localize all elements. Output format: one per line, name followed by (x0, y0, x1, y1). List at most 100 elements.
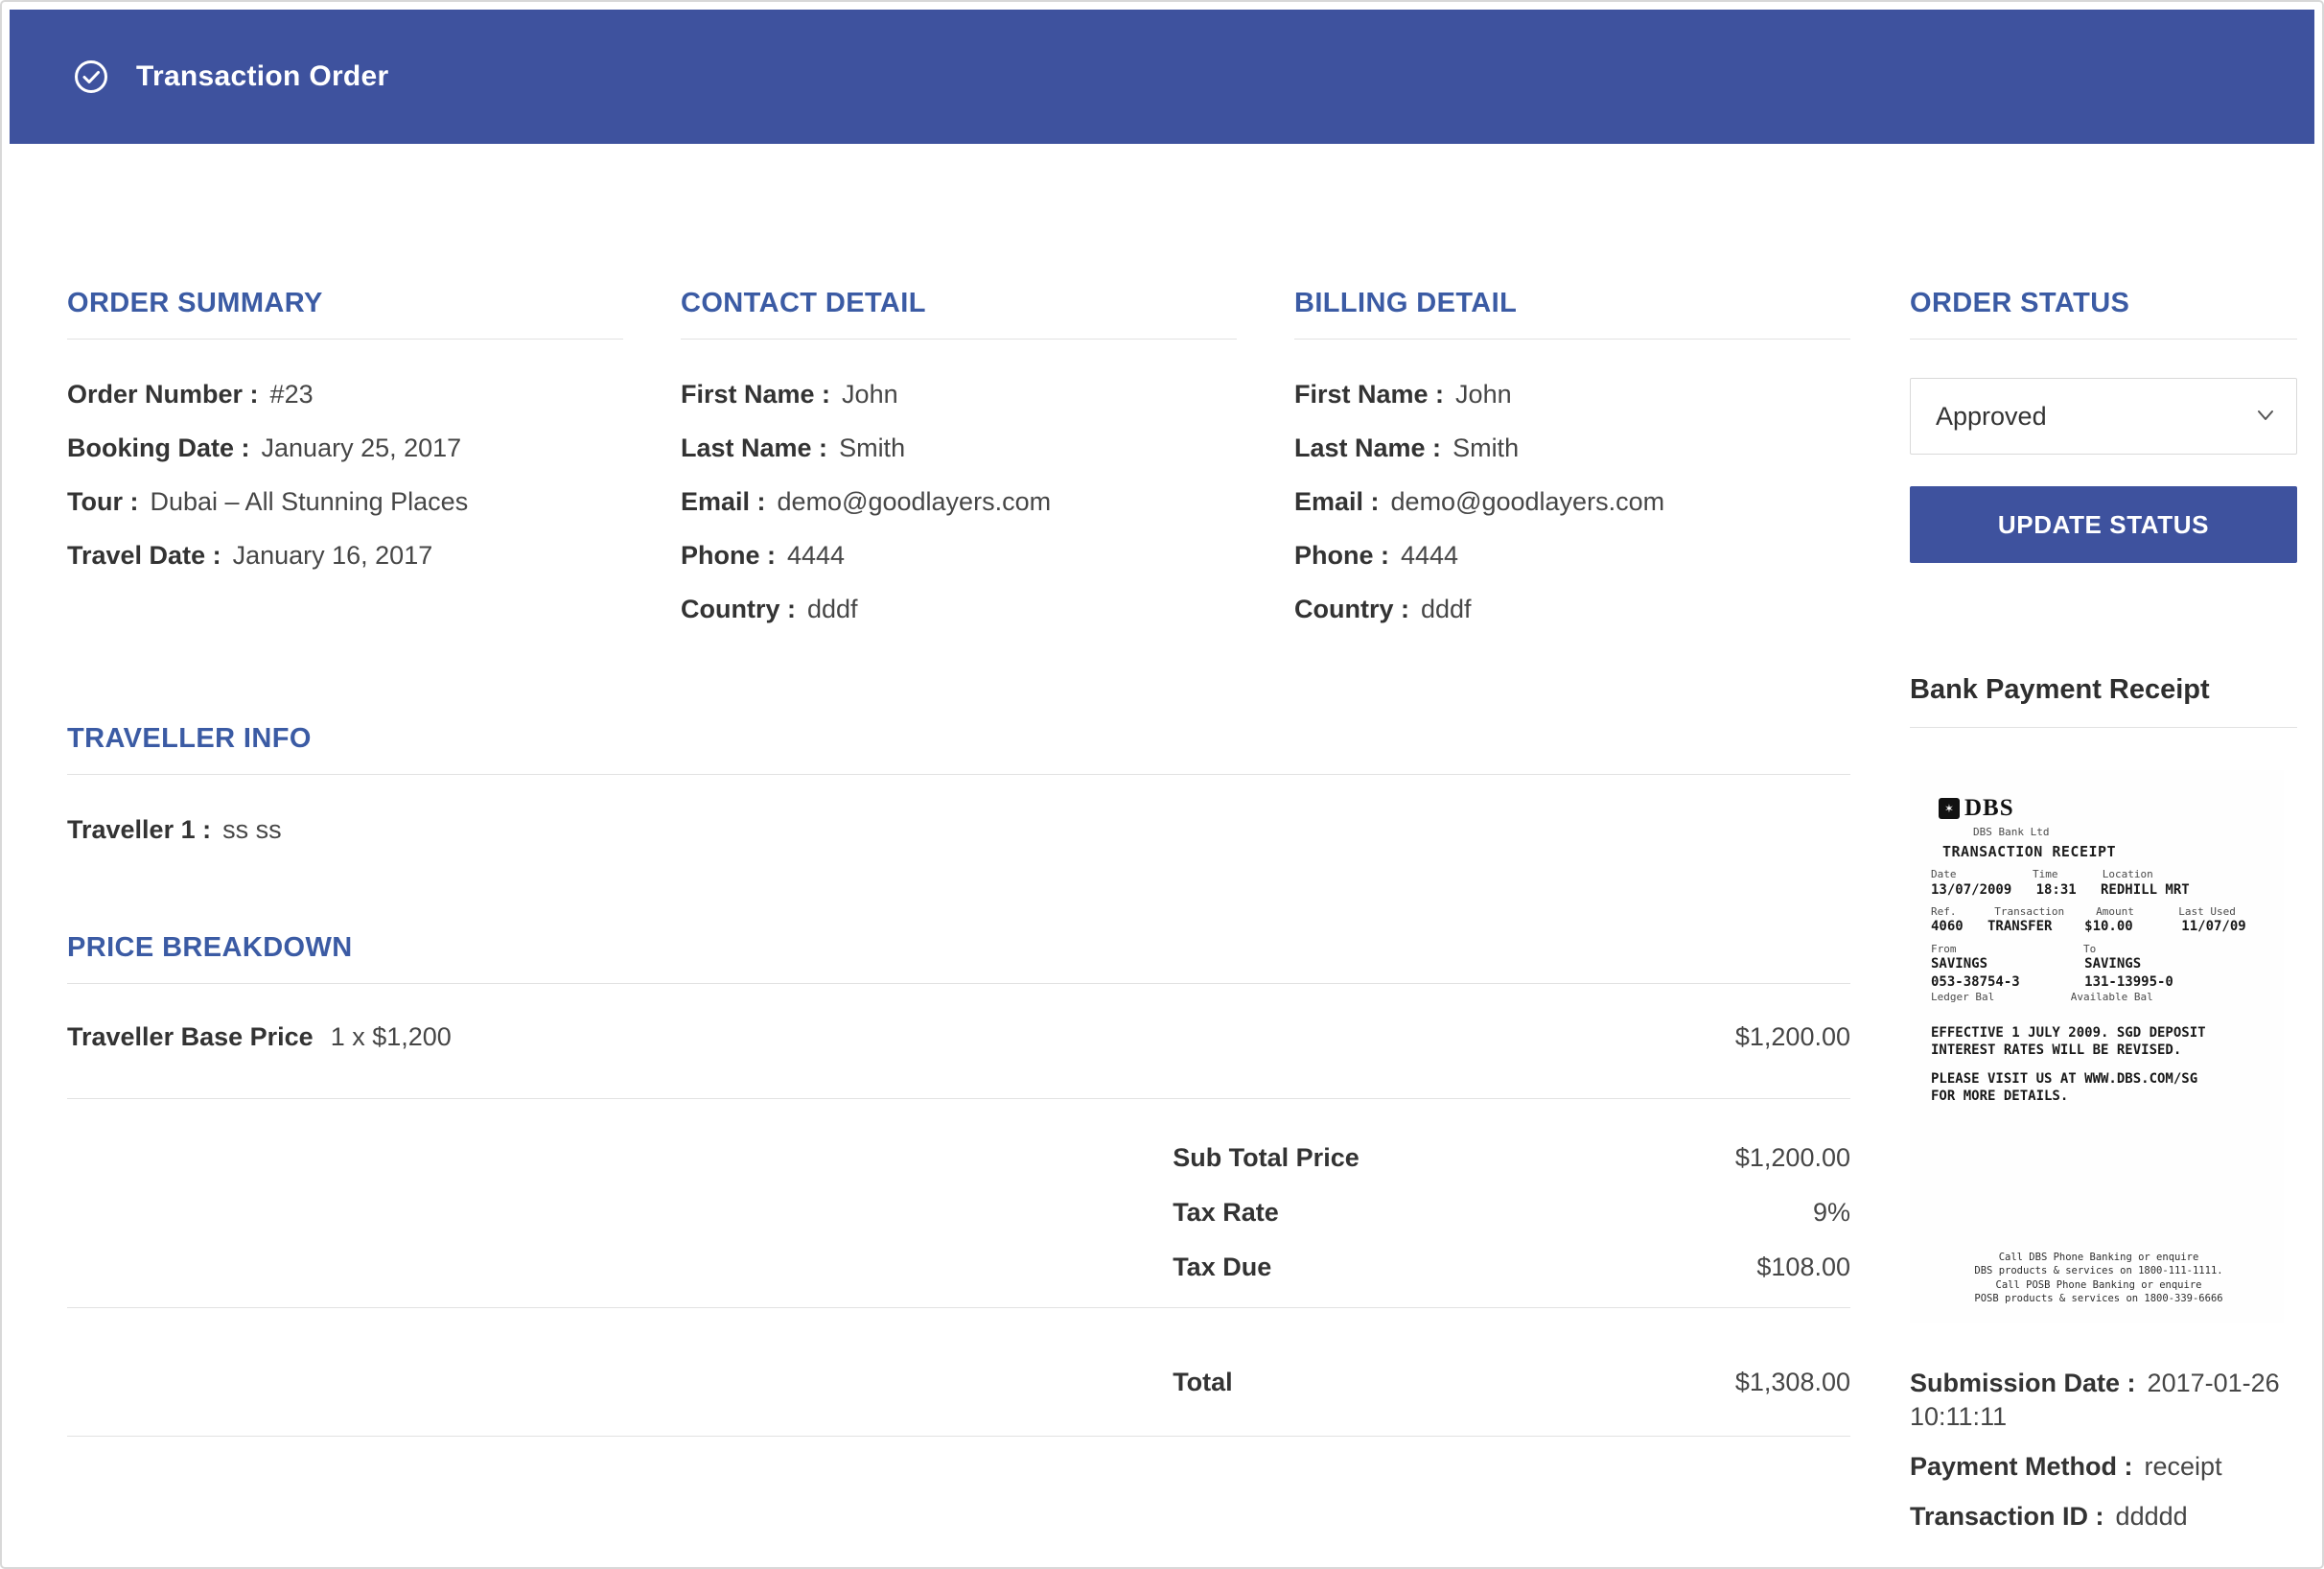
field-label: Transaction ID : (1910, 1502, 2104, 1531)
field-label: First Name : (1294, 380, 1444, 409)
divider (67, 1098, 1850, 1099)
receipt-line: 4060 TRANSFER $10.00 11/07/09 (1931, 918, 2266, 935)
submission-date-row: Submission Date :2017-01-26 10:11:11 (1910, 1367, 2297, 1434)
payment-meta: Submission Date :2017-01-26 10:11:11 Pay… (1910, 1367, 2297, 1534)
receipt-line: 13/07/2009 18:31 REDHILL MRT (1931, 881, 2266, 899)
order-status-sidebar: ORDER STATUS Approved UPDATE STATUS Bank… (1910, 288, 2297, 1550)
field-value: 4444 (787, 541, 845, 570)
dbs-logo-icon (1939, 798, 1960, 819)
last-name-row: Last Name :Smith (681, 432, 1237, 464)
subtotal-amount: $108.00 (1756, 1253, 1850, 1282)
receipt-line: Ledger Bal Available Bal (1931, 991, 2266, 1004)
receipt-notice: EFFECTIVE 1 JULY 2009. SGD DEPOSIT INTER… (1931, 1024, 2266, 1059)
field-value: ss ss (222, 815, 282, 844)
field-label: First Name : (681, 380, 830, 409)
tax-rate-row: Tax Rate 9% (1173, 1198, 1850, 1228)
tour-link[interactable]: Dubai – All Stunning Places (150, 487, 468, 516)
field-value: Smith (839, 433, 905, 462)
divider (681, 339, 1237, 340)
receipt-title: TRANSACTION RECEIPT (1942, 843, 2266, 860)
billing-detail-section: BILLING DETAIL First Name : John Last Nam… (1294, 288, 1850, 646)
field-value: #23 (270, 380, 314, 409)
divider (67, 339, 623, 340)
traveller-info-section: TRAVELLER INFO Traveller 1 :ss ss (67, 723, 1850, 846)
main-area: ORDER SUMMARY Order Number : #23 Booking … (67, 288, 1850, 1550)
divider (67, 1436, 1850, 1437)
field-label: Country : (681, 595, 796, 623)
last-name-row: Last Name : Smith (1294, 432, 1850, 464)
receipt-line: DBS Bank Ltd (1973, 826, 2266, 839)
page-header: Transaction Order (10, 10, 2314, 144)
email-row: Email :demo@goodlayers.com (681, 485, 1237, 518)
field-label: Booking Date : (67, 433, 250, 462)
receipt-line: POSB products & services on 1800-339-666… (1931, 1292, 2266, 1305)
order-status-select[interactable]: Approved (1910, 378, 2297, 455)
receipt-row: From To SAVINGS SAVINGS 053-38754-3 131-… (1931, 943, 2266, 1004)
update-status-button[interactable]: UPDATE STATUS (1910, 486, 2297, 563)
field-label: Country : (1294, 595, 1409, 623)
divider (1294, 339, 1850, 340)
detail-columns: ORDER SUMMARY Order Number : #23 Booking … (67, 288, 1850, 646)
receipt-line: PLEASE VISIT US AT WWW.DBS.COM/SG (1931, 1070, 2266, 1088)
tour-row: Tour :Dubai – All Stunning Places (67, 485, 623, 518)
traveller-info-heading: TRAVELLER INFO (67, 723, 1850, 755)
subtotal-amount: 9% (1813, 1198, 1850, 1228)
phone-row: Phone : 4444 (1294, 539, 1850, 572)
field-value: January 25, 2017 (262, 433, 462, 462)
field-value: John (1455, 380, 1512, 409)
page-title: Transaction Order (136, 60, 389, 93)
field-value: January 16, 2017 (233, 541, 433, 570)
receipt-footer: Call DBS Phone Banking or enquire DBS pr… (1931, 1251, 2266, 1305)
receipt-line: INTEREST RATES WILL BE REVISED. (1931, 1042, 2266, 1059)
first-name-row: First Name :John (681, 378, 1237, 410)
content-area: ORDER SUMMARY Order Number : #23 Booking … (10, 144, 2314, 1550)
receipt-line: 053-38754-3 131-13995-0 (1931, 973, 2266, 991)
line-item-label: Traveller Base Price (67, 1022, 314, 1052)
first-name-row: First Name : John (1294, 378, 1850, 410)
receipt-line: SAVINGS SAVINGS (1931, 955, 2266, 972)
status-select-wrap: Approved (1910, 378, 2297, 455)
contact-detail-section: CONTACT DETAIL First Name :John Last Nam… (681, 288, 1237, 646)
subtotal-row: Sub Total Price $1,200.00 (1173, 1143, 1850, 1173)
transaction-id-row: Transaction ID :ddddd (1910, 1500, 2297, 1534)
divider (67, 774, 1850, 775)
transaction-order-page: Transaction Order ORDER SUMMARY Order Nu… (0, 0, 2324, 1569)
field-value: 4444 (1401, 541, 1458, 570)
base-price-row: Traveller Base Price 1 x $1,200 $1,200.0… (67, 1022, 1850, 1052)
payment-method-row: Payment Method :receipt (1910, 1450, 2297, 1484)
billing-detail-heading: BILLING DETAIL (1294, 288, 1850, 319)
price-breakdown-section: PRICE BREAKDOWN Traveller Base Price 1 x… (67, 932, 1850, 1437)
dbs-logo: DBS (1939, 795, 2266, 822)
field-label: Phone : (1294, 541, 1389, 570)
subtotal-label: Sub Total Price (1173, 1143, 1360, 1173)
field-value: receipt (2145, 1452, 2222, 1481)
field-value: Smith (1452, 433, 1519, 462)
receipt-row: Date Time Location 13/07/2009 18:31 REDH… (1931, 868, 2266, 899)
subtotal-label: Tax Due (1173, 1253, 1271, 1282)
receipt-notice: PLEASE VISIT US AT WWW.DBS.COM/SG FOR MO… (1931, 1070, 2266, 1105)
bank-payment-receipt-heading: Bank Payment Receipt (1910, 674, 2297, 706)
field-label: Last Name : (1294, 433, 1441, 462)
field-label: Travel Date : (67, 541, 221, 570)
check-circle-icon (73, 59, 109, 95)
divider (67, 1307, 1850, 1308)
total-row: Total $1,308.00 (1173, 1368, 1850, 1397)
field-value: dddf (1421, 595, 1472, 623)
receipt-line: EFFECTIVE 1 JULY 2009. SGD DEPOSIT (1931, 1024, 2266, 1042)
travel-date-row: Travel Date : January 16, 2017 (67, 539, 623, 572)
receipt-line: Call POSB Phone Banking or enquire (1931, 1278, 2266, 1292)
receipt-line: DBS products & services on 1800-111-1111… (1931, 1264, 2266, 1277)
line-item-amount: $1,200.00 (1735, 1022, 1850, 1052)
divider (1910, 727, 2297, 728)
contact-detail-heading: CONTACT DETAIL (681, 288, 1237, 319)
field-label: Order Number : (67, 380, 259, 409)
booking-date-row: Booking Date : January 25, 2017 (67, 432, 623, 464)
phone-row: Phone : 4444 (681, 539, 1237, 572)
divider (67, 983, 1850, 984)
subtotal-amount: $1,200.00 (1735, 1143, 1850, 1173)
total-amount: $1,308.00 (1735, 1368, 1850, 1397)
receipt-line: From To (1931, 943, 2266, 956)
field-label: Submission Date : (1910, 1369, 2136, 1397)
order-summary-heading: ORDER SUMMARY (67, 288, 623, 319)
field-label: Phone : (681, 541, 776, 570)
